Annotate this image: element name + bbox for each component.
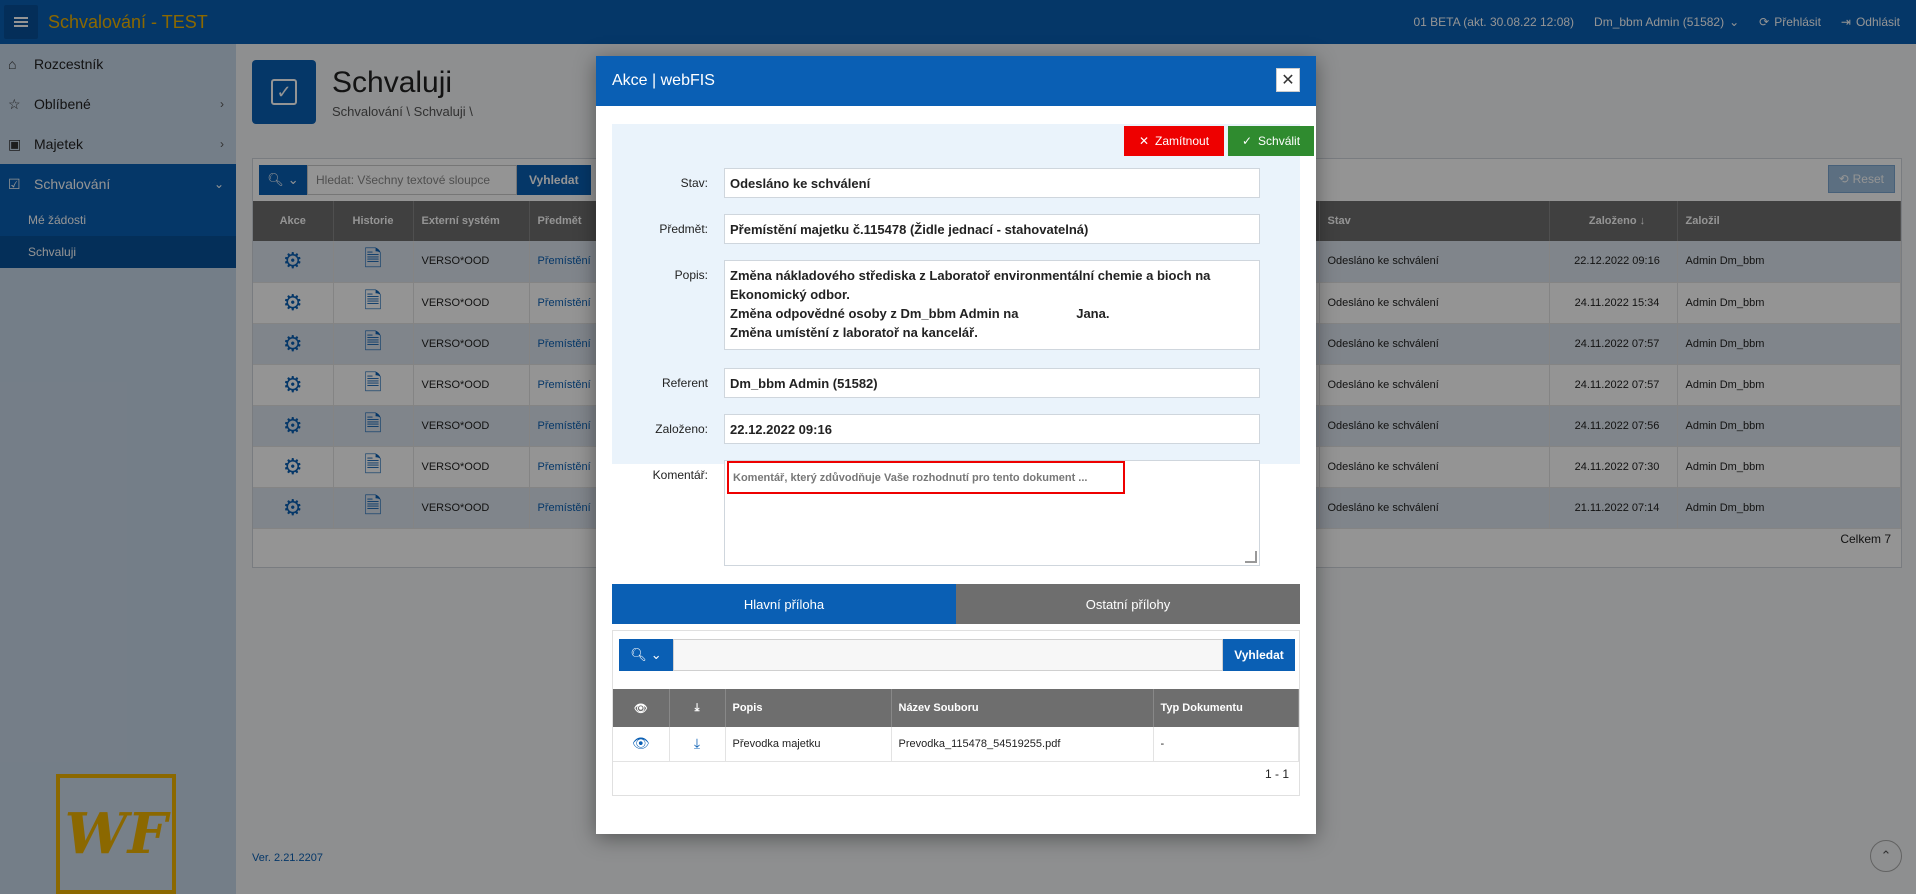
predmet-field: Přemístění majetku č.115478 (Židle jedna… bbox=[724, 214, 1260, 244]
view-button[interactable]: 👁︎ bbox=[613, 727, 670, 762]
komentar-label: Komentář: bbox=[652, 468, 708, 482]
attachment-search-input[interactable] bbox=[673, 639, 1223, 671]
approve-label: Schválit bbox=[1258, 134, 1301, 148]
popis-field: Změna nákladového střediska z Laboratoř … bbox=[724, 260, 1260, 350]
attachment-search-button[interactable]: Vyhledat bbox=[1223, 639, 1295, 671]
approve-button[interactable]: ✓ Schválit bbox=[1228, 126, 1314, 156]
zalozeno-field: 22.12.2022 09:16 bbox=[724, 414, 1260, 444]
tab-ostatni-prilohy[interactable]: Ostatní přílohy bbox=[956, 584, 1300, 624]
attachment-tabs: Hlavní příloha Ostatní přílohy bbox=[612, 584, 1300, 624]
popis-line: Změna odpovědné osoby z Dm_bbm Admin na … bbox=[730, 306, 1110, 321]
popis-line: Změna nákladového střediska z Laboratoř … bbox=[730, 268, 1211, 302]
checkmark-icon: ✓ bbox=[1241, 134, 1253, 148]
action-dialog: Akce | webFIS ✕ ✕ Zamítnout ✓ Schválit Sta… bbox=[596, 56, 1316, 834]
comment-textarea[interactable]: Komentář, který zdůvodňuje Vaše rozhodnu… bbox=[724, 460, 1260, 566]
attachment-table: 👁︎ ⤓ Popis Název Souboru Typ Dokumentu 👁… bbox=[613, 689, 1299, 762]
reject-button[interactable]: ✕ Zamítnout bbox=[1124, 126, 1224, 156]
reject-label: Zamítnout bbox=[1155, 134, 1210, 148]
popis-label: Popis: bbox=[674, 268, 708, 282]
close-button[interactable]: ✕ bbox=[1276, 68, 1300, 92]
dialog-header: Akce | webFIS ✕ bbox=[596, 56, 1316, 106]
attachment-count: 1 - 1 bbox=[1264, 767, 1289, 781]
eye-icon: 👁︎ bbox=[633, 702, 648, 715]
download-icon: ⤓ bbox=[693, 735, 701, 752]
popis-line: Změna umístění z laboratoř na kancelář. bbox=[730, 325, 978, 340]
comment-placeholder: Komentář, který zdůvodňuje Vaše rozhodnu… bbox=[727, 461, 1125, 494]
col-popis[interactable]: Popis bbox=[725, 689, 892, 727]
col-download[interactable]: ⤓ bbox=[669, 689, 726, 727]
zalozeno-label: Založeno: bbox=[655, 422, 708, 436]
col-typ-dokumentu[interactable]: Typ Dokumentu bbox=[1153, 689, 1299, 727]
dialog-title: Akce | webFIS bbox=[612, 72, 715, 89]
chevron-down-icon: ⌄ bbox=[650, 647, 662, 662]
col-nazev-souboru[interactable]: Název Souboru bbox=[891, 689, 1154, 727]
stav-label: Stav: bbox=[680, 176, 708, 190]
attachment-search-column-button[interactable]: 🔍︎ ⌄ bbox=[619, 639, 673, 671]
close-icon: ✕ bbox=[1138, 134, 1150, 148]
download-icon: ⤓ bbox=[694, 701, 700, 714]
resize-handle-icon[interactable] bbox=[1245, 551, 1257, 563]
eye-icon: 👁︎ bbox=[631, 735, 650, 752]
attachment-typ: - bbox=[1153, 727, 1299, 762]
stav-field: Odesláno ke schválení bbox=[724, 168, 1260, 198]
dialog-form: ✕ Zamítnout ✓ Schválit Stav: Odesláno ke s… bbox=[612, 124, 1314, 482]
attachment-popis: Převodka majetku bbox=[725, 727, 892, 762]
referent-label: Referent bbox=[661, 376, 708, 390]
attachment-row: 👁︎ ⤓ Převodka majetku Prevodka_115478_54… bbox=[613, 727, 1299, 762]
download-button[interactable]: ⤓ bbox=[669, 727, 726, 762]
attachment-nazev: Prevodka_115478_54519255.pdf bbox=[891, 727, 1154, 762]
attachment-panel: 🔍︎ ⌄ Vyhledat 👁︎ ⤓ Popis Název Souboru Ty… bbox=[612, 630, 1300, 796]
referent-field: Dm_bbm Admin (51582) bbox=[724, 368, 1260, 398]
col-view[interactable]: 👁︎ bbox=[613, 689, 670, 727]
search-icon: 🔍︎ bbox=[630, 647, 647, 662]
predmet-label: Předmět: bbox=[659, 222, 708, 236]
close-icon: ✕ bbox=[1281, 72, 1295, 89]
tab-hlavni-priloha[interactable]: Hlavní příloha bbox=[612, 584, 956, 624]
